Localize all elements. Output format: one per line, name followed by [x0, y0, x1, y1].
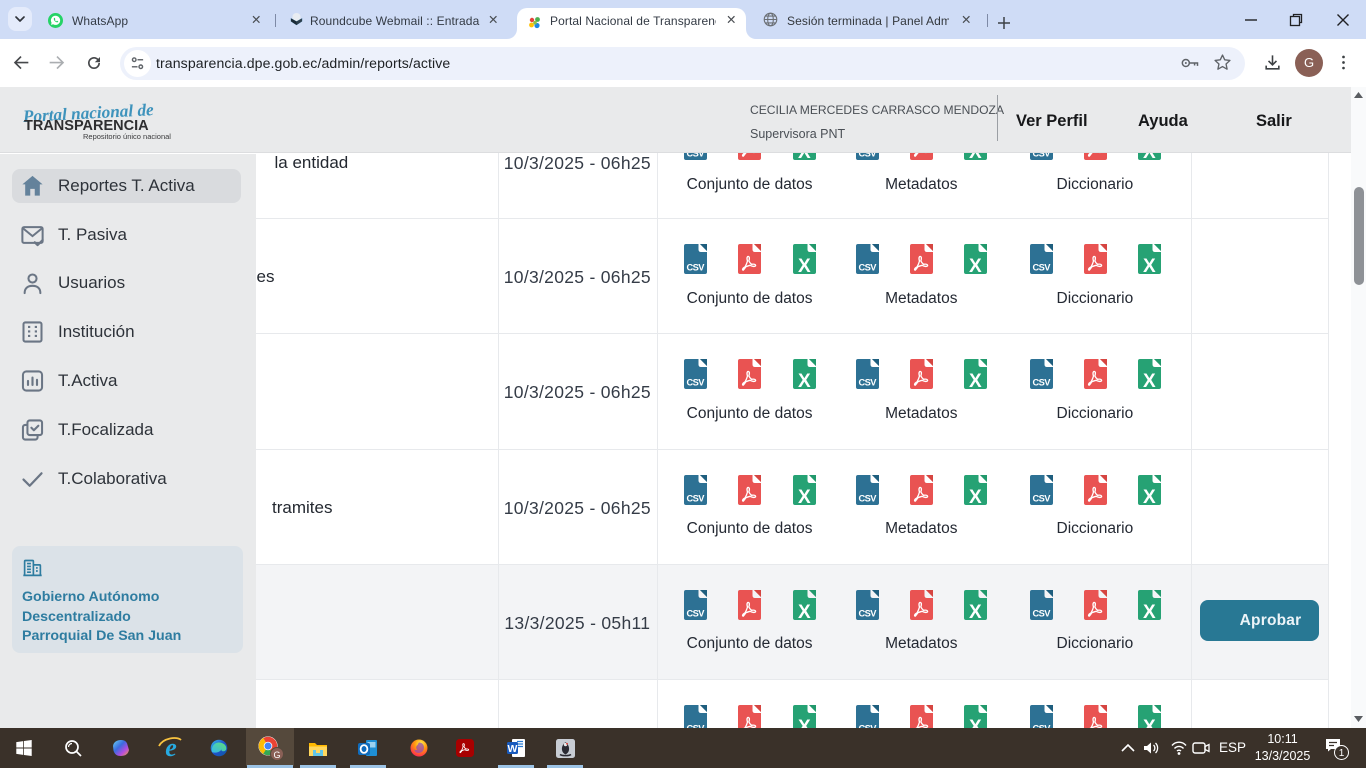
svg-text:X: X: [798, 486, 811, 504]
svg-text:X: X: [1143, 486, 1156, 504]
svg-text:CSV: CSV: [687, 262, 706, 272]
svg-text:CSV: CSV: [1032, 378, 1051, 388]
svg-text:X: X: [1143, 717, 1156, 728]
svg-text:CSV: CSV: [687, 493, 706, 503]
svg-text:X: X: [969, 602, 982, 620]
svg-text:CSV: CSV: [1032, 608, 1051, 618]
svg-text:X: X: [969, 153, 982, 160]
svg-text:CSV: CSV: [1032, 262, 1051, 272]
svg-text:X: X: [1143, 256, 1156, 274]
svg-text:X: X: [969, 486, 982, 504]
svg-text:X: X: [798, 153, 811, 160]
svg-text:X: X: [969, 256, 982, 274]
svg-text:X: X: [798, 256, 811, 274]
svg-text:CSV: CSV: [687, 378, 706, 388]
svg-text:X: X: [798, 602, 811, 620]
svg-text:CSV: CSV: [859, 608, 878, 618]
svg-text:X: X: [798, 371, 811, 389]
svg-text:CSV: CSV: [859, 378, 878, 388]
svg-text:CSV: CSV: [859, 153, 878, 158]
svg-text:X: X: [969, 717, 982, 728]
svg-text:CSV: CSV: [687, 153, 706, 158]
svg-text:X: X: [1143, 371, 1156, 389]
svg-text:CSV: CSV: [687, 608, 706, 618]
svg-text:W: W: [508, 743, 518, 755]
svg-text:X: X: [969, 371, 982, 389]
svg-text:CSV: CSV: [859, 262, 878, 272]
svg-text:X: X: [1143, 602, 1156, 620]
svg-text:X: X: [798, 717, 811, 728]
svg-text:CSV: CSV: [1032, 153, 1051, 158]
svg-text:CSV: CSV: [859, 493, 878, 503]
svg-text:X: X: [1143, 153, 1156, 160]
svg-text:CSV: CSV: [1032, 493, 1051, 503]
